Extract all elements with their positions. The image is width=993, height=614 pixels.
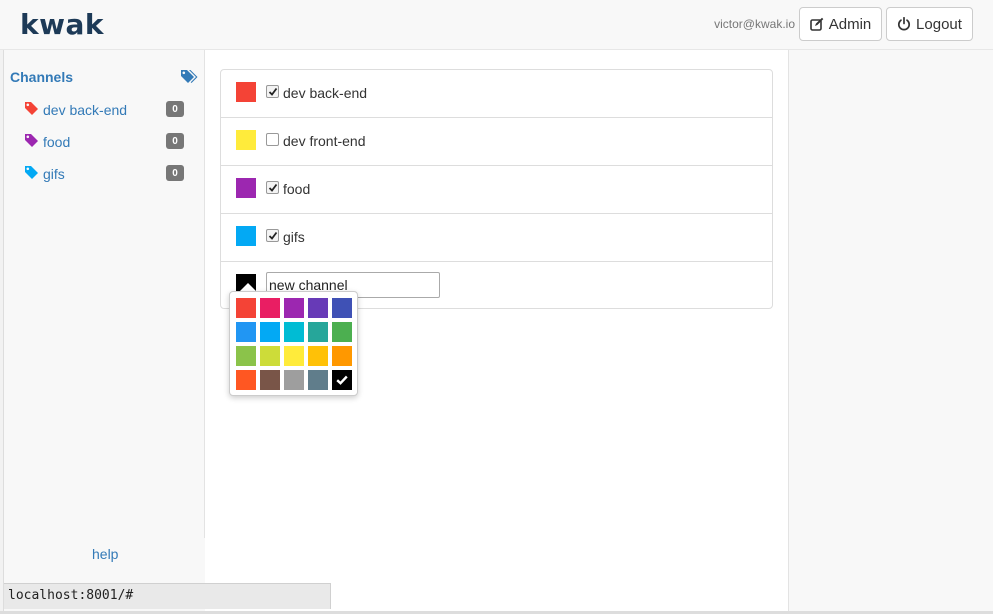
channel-checkbox[interactable] [266,229,279,242]
channel-label: gifs [283,229,305,245]
tag-icon [24,133,39,151]
color-option[interactable] [236,322,256,342]
color-option[interactable] [260,298,280,318]
color-option-selected[interactable] [332,370,352,390]
channel-color-swatch[interactable] [236,82,256,102]
channel-color-swatch[interactable] [236,130,256,150]
sidebar-item-dev-back-end[interactable]: dev back-end 0 [24,100,186,120]
color-option[interactable] [284,298,304,318]
color-option[interactable] [260,370,280,390]
color-option[interactable] [332,298,352,318]
channel-row-dev-back-end: dev back-end [221,70,772,118]
color-option[interactable] [236,370,256,390]
color-option[interactable] [308,370,328,390]
sidebar-item-label: gifs [43,166,65,182]
color-option[interactable] [308,298,328,318]
top-navbar: kwak victor@kwak.io Admin Logout [0,0,993,50]
power-icon [897,17,911,31]
channel-row-dev-front-end: dev front-end [221,118,772,166]
browser-status-bar: localhost:8001/# [4,583,331,609]
color-option[interactable] [308,346,328,366]
brand-logo[interactable]: kwak [20,8,104,41]
channel-label: dev front-end [283,133,366,149]
color-option[interactable] [284,370,304,390]
sidebar-item-gifs[interactable]: gifs 0 [24,164,186,184]
sidebar-item-food[interactable]: food 0 [24,132,186,152]
channel-checkbox[interactable] [266,181,279,194]
color-option[interactable] [284,322,304,342]
channel-row-food: food [221,166,772,214]
unread-count-badge: 0 [166,165,184,181]
channel-checkbox[interactable] [266,133,279,146]
user-email: victor@kwak.io [714,17,795,31]
channel-label: food [283,181,311,197]
right-panel [788,50,991,612]
admin-button-label: Admin [828,15,872,33]
sidebar-item-label: dev back-end [43,102,128,118]
channel-label: dev back-end [283,85,368,101]
tag-icon [24,165,39,183]
tags-icon[interactable] [180,69,198,88]
color-option[interactable] [332,322,352,342]
logout-button[interactable]: Logout [886,7,973,41]
channel-color-swatch[interactable] [236,226,256,246]
help-link[interactable]: help [92,546,118,562]
color-option[interactable] [260,346,280,366]
channel-row-gifs: gifs [221,214,772,262]
color-option[interactable] [236,346,256,366]
channels-heading[interactable]: Channels [10,69,73,85]
popover-arrow [240,283,256,291]
color-option[interactable] [236,298,256,318]
color-picker-popover [229,291,358,396]
sidebar: Channels dev back-end 0 food 0 gifs 0 [4,50,205,538]
channel-checkbox[interactable] [266,85,279,98]
color-option[interactable] [332,346,352,366]
unread-count-badge: 0 [166,133,184,149]
logout-button-label: Logout [916,15,962,33]
color-option[interactable] [308,322,328,342]
color-option[interactable] [260,322,280,342]
unread-count-badge: 0 [166,101,184,117]
edit-icon [809,17,824,31]
checkmark-icon [336,372,348,388]
channel-list: dev back-end dev front-end food gifs [220,69,773,309]
channel-color-swatch[interactable] [236,178,256,198]
color-option[interactable] [284,346,304,366]
admin-button[interactable]: Admin [799,7,882,41]
tag-icon [24,101,39,119]
sidebar-item-label: food [43,134,71,150]
